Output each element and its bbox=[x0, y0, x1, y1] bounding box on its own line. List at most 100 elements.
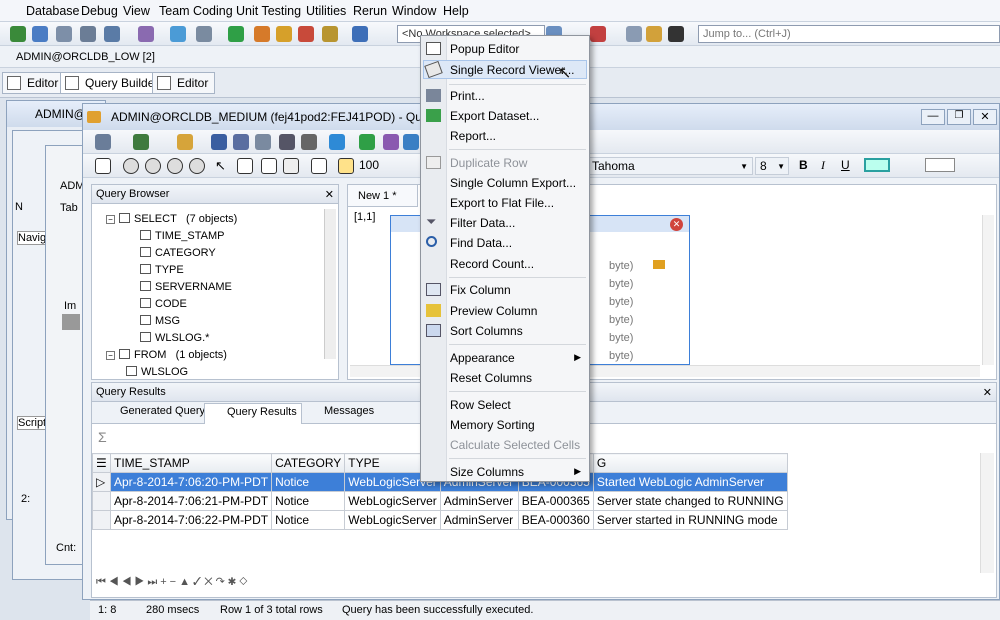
minimize-button[interactable]: — bbox=[921, 109, 945, 125]
menu-unit-testing[interactable]: Unit Testing bbox=[236, 4, 301, 18]
print-icon[interactable] bbox=[255, 134, 271, 150]
menu-team-coding[interactable]: Team Coding bbox=[159, 4, 233, 18]
zoom-icon[interactable] bbox=[311, 158, 327, 174]
cell[interactable]: WebLogicServer bbox=[344, 510, 441, 530]
fit-icon[interactable] bbox=[338, 158, 354, 174]
bold-button[interactable]: B bbox=[799, 158, 808, 172]
menu-item-record-count[interactable]: Record Count... bbox=[450, 257, 534, 271]
open-folder-icon[interactable] bbox=[177, 134, 193, 150]
font-select[interactable]: Tahoma ▼ bbox=[589, 157, 753, 175]
menu-item-fix-column[interactable]: Fix Column bbox=[450, 283, 511, 297]
menu-item-appearance[interactable]: Appearance bbox=[450, 351, 515, 365]
tab-query-results[interactable]: Query Results bbox=[204, 403, 302, 424]
join-icon[interactable] bbox=[123, 158, 139, 174]
new-icon[interactable] bbox=[133, 134, 149, 150]
table-icon[interactable] bbox=[95, 158, 111, 174]
save-icon[interactable] bbox=[211, 134, 227, 150]
tree-scrollbar[interactable] bbox=[324, 209, 336, 359]
menu-window[interactable]: Window bbox=[392, 4, 436, 18]
cell[interactable]: Notice bbox=[271, 510, 346, 530]
menu-item-single-record-viewer[interactable]: Single Record Viewer... bbox=[450, 63, 575, 77]
tab-generated-query[interactable]: Generated Query bbox=[102, 405, 205, 417]
sql-icon[interactable] bbox=[170, 26, 186, 42]
cell[interactable]: AdminServer bbox=[439, 491, 519, 511]
clipboard-icon[interactable] bbox=[626, 26, 642, 42]
database-icon[interactable] bbox=[80, 26, 96, 42]
menu-item-sort-columns[interactable]: Sort Columns bbox=[450, 324, 523, 338]
query-icon[interactable] bbox=[403, 134, 419, 150]
tree-field[interactable]: WLSLOG.* bbox=[140, 332, 209, 344]
left-join-icon[interactable] bbox=[145, 158, 161, 174]
restore-button[interactable]: ❐ bbox=[947, 109, 971, 125]
cell[interactable]: Started WebLogic AdminServer bbox=[592, 472, 788, 492]
layout-icon[interactable] bbox=[261, 158, 277, 174]
close-button[interactable]: ✕ bbox=[973, 109, 997, 125]
cell[interactable]: Apr-8-2014-7:06:21-PM-PDT bbox=[109, 491, 273, 511]
tree-from-node[interactable]: − FROM (1 objects) bbox=[106, 349, 227, 361]
menu-item-export-dataset[interactable]: Export Dataset... bbox=[450, 109, 539, 123]
menu-item-find-data[interactable]: Find Data... bbox=[450, 236, 512, 250]
jump-to-input[interactable]: Jump to... (Ctrl+J) bbox=[698, 25, 1000, 43]
tree-field[interactable]: CODE bbox=[140, 298, 187, 310]
menu-item-filter-data[interactable]: Filter Data... bbox=[450, 216, 515, 230]
cell[interactable]: Notice bbox=[271, 491, 346, 511]
menu-debug[interactable]: Debug bbox=[81, 4, 118, 18]
print-preview-icon[interactable] bbox=[279, 134, 295, 150]
tab-editor-2[interactable]: Editor bbox=[152, 72, 216, 94]
tree-field[interactable]: SERVERNAME bbox=[140, 281, 232, 293]
link-icon[interactable] bbox=[383, 134, 399, 150]
refresh-icon[interactable] bbox=[359, 134, 375, 150]
tab-new-1[interactable]: New 1 * bbox=[348, 185, 418, 207]
record-navigator[interactable]: ⏮◀◀▶⏭+−▲✓✕↷✱◇ bbox=[96, 575, 306, 593]
target-icon[interactable] bbox=[301, 134, 317, 150]
menu-item-single-column-export[interactable]: Single Column Export... bbox=[450, 176, 576, 190]
underline-button[interactable]: U bbox=[841, 158, 850, 172]
window-icon[interactable] bbox=[104, 26, 120, 42]
menu-database[interactable]: Database bbox=[26, 4, 80, 18]
grid-icon[interactable] bbox=[283, 158, 299, 174]
menu-item-export-flat-file[interactable]: Export to Flat File... bbox=[450, 196, 554, 210]
menu-view[interactable]: View bbox=[123, 4, 150, 18]
tree-select-node[interactable]: − SELECT (7 objects) bbox=[106, 213, 237, 225]
tree-field[interactable]: CATEGORY bbox=[140, 247, 216, 259]
menu-item-size-columns[interactable]: Size Columns bbox=[450, 465, 524, 479]
add-table-icon[interactable] bbox=[329, 134, 345, 150]
package-icon[interactable] bbox=[254, 26, 270, 42]
close-workspace-icon[interactable] bbox=[590, 26, 606, 42]
save-all-icon[interactable] bbox=[233, 134, 249, 150]
wand-icon[interactable] bbox=[322, 26, 338, 42]
tab-messages[interactable]: Messages bbox=[304, 405, 374, 417]
copy-icon[interactable] bbox=[237, 158, 253, 174]
tree-field[interactable]: MSG bbox=[140, 315, 180, 327]
plsql-icon[interactable] bbox=[196, 26, 212, 42]
tools-icon[interactable] bbox=[138, 26, 154, 42]
schema-browser-icon[interactable] bbox=[56, 26, 72, 42]
menu-item-memory-sorting[interactable]: Memory Sorting bbox=[450, 418, 535, 432]
line-color-button[interactable] bbox=[864, 158, 890, 172]
cell[interactable]: Apr-8-2014-7:06:22-PM-PDT bbox=[109, 510, 273, 530]
cell[interactable]: Notice bbox=[271, 472, 346, 492]
sigma-button[interactable]: Σ bbox=[98, 429, 107, 445]
menu-item-row-select[interactable]: Row Select bbox=[450, 398, 511, 412]
col-header[interactable]: G bbox=[592, 453, 788, 473]
cell[interactable]: BEA-000360 bbox=[517, 510, 594, 530]
menu-item-reset-columns[interactable]: Reset Columns bbox=[450, 371, 532, 385]
results-vscrollbar[interactable] bbox=[980, 453, 994, 573]
menu-utilities[interactable]: Utilities bbox=[306, 4, 346, 18]
chat-icon[interactable] bbox=[646, 26, 662, 42]
sql-editor-icon[interactable] bbox=[32, 26, 48, 42]
tree-field[interactable]: TIME_STAMP bbox=[140, 230, 224, 242]
menu-rerun[interactable]: Rerun bbox=[353, 4, 387, 18]
cell[interactable]: Server state changed to RUNNING bbox=[592, 491, 788, 511]
menu-item-preview-column[interactable]: Preview Column bbox=[450, 304, 537, 318]
outer-join-icon[interactable] bbox=[189, 158, 205, 174]
tab-editor[interactable]: Editor bbox=[2, 72, 66, 94]
cell[interactable]: WebLogicServer bbox=[344, 491, 441, 511]
run-icon[interactable] bbox=[95, 134, 111, 150]
table-row[interactable]: Apr-8-2014-7:06:21-PM-PDT Notice WebLogi… bbox=[92, 491, 788, 511]
menu-item-report[interactable]: Report... bbox=[450, 129, 496, 143]
close-table-icon[interactable]: ✕ bbox=[670, 218, 683, 231]
editor-vscrollbar[interactable] bbox=[982, 215, 994, 365]
menu-item-popup-editor[interactable]: Popup Editor bbox=[450, 42, 519, 56]
right-join-icon[interactable] bbox=[167, 158, 183, 174]
